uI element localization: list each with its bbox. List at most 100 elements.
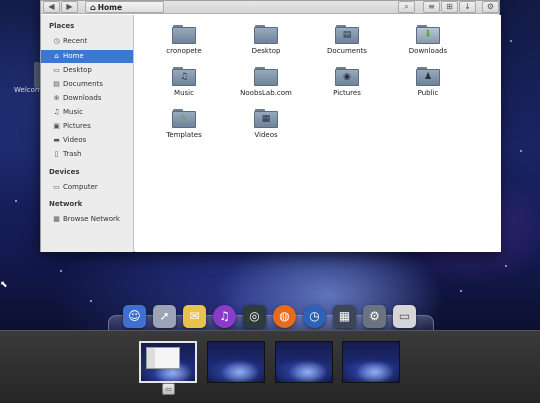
sort-down-icon: ↓ — [464, 2, 471, 11]
music-icon: ♫ — [53, 108, 60, 116]
videos-icon: ▬ — [53, 136, 60, 144]
sort-button[interactable]: ↓ — [459, 1, 476, 13]
sidebar-item-label: Videos — [63, 136, 87, 144]
time-machine-icon[interactable]: ◷ — [303, 305, 326, 328]
folder-downloads-icon: ⬇ — [416, 25, 440, 44]
back-button[interactable]: ◀ — [43, 1, 60, 13]
sidebar-heading-places: Places — [49, 22, 75, 30]
workspace-1[interactable] — [139, 341, 197, 383]
grid-view-button[interactable]: ⊞ — [441, 1, 458, 13]
toolbar: ◀ ▶ ⌂ Home ⌕ ≡ ⊞ ↓ ⚙ — [41, 1, 499, 14]
sidebar-item-label: Music — [63, 108, 83, 116]
sidebar-item-label: Documents — [63, 80, 103, 88]
sidebar-item-videos[interactable]: ▬ Videos — [41, 134, 133, 147]
home-icon: ⌂ — [54, 52, 59, 60]
grid-view-icon: ⊞ — [446, 2, 453, 11]
search-icon: ⌕ — [404, 2, 409, 11]
file-item-noobslab[interactable]: NoobsLab.com — [231, 67, 301, 107]
gear-icon: ⚙ — [486, 2, 495, 11]
workspace-2[interactable] — [207, 341, 265, 383]
back-arrow-icon: ◀ — [48, 2, 55, 11]
itunes-icon[interactable]: ♫ — [213, 305, 236, 328]
sidebar-item-music[interactable]: ♫ Music — [41, 106, 133, 119]
file-item-templates[interactable]: ✎ Templates — [149, 109, 219, 149]
list-view-button[interactable]: ≡ — [423, 1, 440, 13]
file-label: Documents — [327, 47, 367, 55]
sidebar-item-browse-network[interactable]: ▦ Browse Network — [41, 213, 133, 226]
file-item-music[interactable]: ♫ Music — [149, 67, 219, 107]
star — [510, 40, 512, 42]
sidebar-item-computer[interactable]: ▭ Computer — [41, 181, 133, 194]
sidebar-item-label: Desktop — [63, 66, 92, 74]
star — [520, 150, 522, 152]
sidebar-item-label: Downloads — [63, 94, 102, 102]
sidebar-item-trash[interactable]: ▯ Trash — [41, 148, 133, 161]
network-icon: ▦ — [53, 215, 60, 223]
mail-icon[interactable]: ✉ — [183, 305, 206, 328]
rocket-launcher-icon[interactable]: ➚ — [153, 305, 176, 328]
workspace-switcher-icon[interactable]: ▦ — [333, 305, 356, 328]
workspace-switcher: ▭ — [0, 330, 540, 403]
workspace-window-icon[interactable]: ▭ — [162, 383, 175, 395]
sidebar-item-home[interactable]: ⌂ Home — [41, 50, 133, 63]
file-label: NoobsLab.com — [240, 89, 292, 97]
forward-button[interactable]: ▶ — [61, 1, 78, 13]
file-manager-window: ◀ ▶ ⌂ Home ⌕ ≡ ⊞ ↓ ⚙ Places ◷ Recent ⌂ H… — [40, 0, 501, 252]
file-label: Desktop — [251, 47, 281, 55]
sidebar-item-pictures[interactable]: ▣ Pictures — [41, 120, 133, 133]
folder-videos-icon: ▦ — [254, 109, 278, 128]
trash-icon: ▯ — [54, 150, 59, 158]
workspace-4[interactable] — [342, 341, 400, 383]
file-item-cronopete[interactable]: cronopete — [149, 25, 219, 65]
forward-arrow-icon: ▶ — [66, 2, 73, 11]
file-label: Downloads — [408, 47, 448, 55]
settings-button[interactable]: ⚙ — [482, 1, 499, 13]
clock-icon: ◷ — [53, 37, 60, 45]
sidebar-heading-devices: Devices — [49, 168, 80, 176]
dashboard-icon[interactable]: ◎ — [243, 305, 266, 328]
file-item-public[interactable]: ♟ Public — [393, 67, 463, 107]
file-label: Music — [174, 89, 194, 97]
home-icon: ⌂ — [90, 3, 96, 12]
sidebar-item-desktop[interactable]: ▭ Desktop — [41, 64, 133, 77]
file-label: cronopete — [166, 47, 202, 55]
desktop-welcome-text: Welcom — [14, 86, 42, 94]
folder-pictures-icon: ◉ — [335, 67, 359, 86]
workspace-window-thumbnail — [146, 347, 180, 369]
file-item-desktop[interactable]: Desktop — [231, 25, 301, 65]
sidebar-item-label: Home — [63, 52, 84, 60]
sidebar-item-recent[interactable]: ◷ Recent — [41, 35, 133, 48]
sidebar-item-label: Recent — [63, 37, 88, 45]
file-item-downloads[interactable]: ⬇ Downloads — [393, 25, 463, 65]
firefox-icon[interactable]: ◍ — [273, 305, 296, 328]
file-item-videos[interactable]: ▦ Videos — [231, 109, 301, 149]
mouse-cursor-icon: ⬉ — [0, 280, 8, 290]
star — [460, 290, 462, 292]
folder-music-icon: ♫ — [172, 67, 196, 86]
system-preferences-icon[interactable]: ⚙ — [363, 305, 386, 328]
folder-templates-icon: ✎ — [172, 109, 196, 128]
workspace-3[interactable] — [275, 341, 333, 383]
sidebar-item-label: Browse Network — [63, 215, 120, 223]
sidebar: Places ◷ Recent ⌂ Home ▭ Desktop ▤ Docum… — [41, 15, 134, 252]
file-item-pictures[interactable]: ◉ Pictures — [312, 67, 382, 107]
finder-icon[interactable]: ☺ — [123, 305, 146, 328]
folder-icon — [172, 25, 196, 44]
list-view-icon: ≡ — [428, 2, 435, 11]
search-button[interactable]: ⌕ — [398, 1, 415, 13]
location-home-button[interactable]: ⌂ Home — [85, 1, 164, 13]
computer-icon: ▭ — [53, 183, 60, 191]
sidebar-item-label: Pictures — [63, 122, 91, 130]
sidebar-item-label: Trash — [63, 150, 82, 158]
location-label: Home — [97, 3, 123, 12]
sidebar-item-downloads[interactable]: ⊕ Downloads — [41, 92, 133, 105]
sidebar-item-label: Computer — [63, 183, 98, 191]
pictures-icon: ▣ — [53, 122, 60, 130]
file-view: cronopete Desktop ▤ Documents ⬇ Download… — [135, 15, 501, 252]
file-item-documents[interactable]: ▤ Documents — [312, 25, 382, 65]
drive-icon[interactable]: ▭ — [393, 305, 416, 328]
sidebar-item-documents[interactable]: ▤ Documents — [41, 78, 133, 91]
star — [60, 270, 62, 272]
desktop-icon: ▭ — [53, 66, 60, 74]
file-label: Templates — [166, 131, 202, 139]
